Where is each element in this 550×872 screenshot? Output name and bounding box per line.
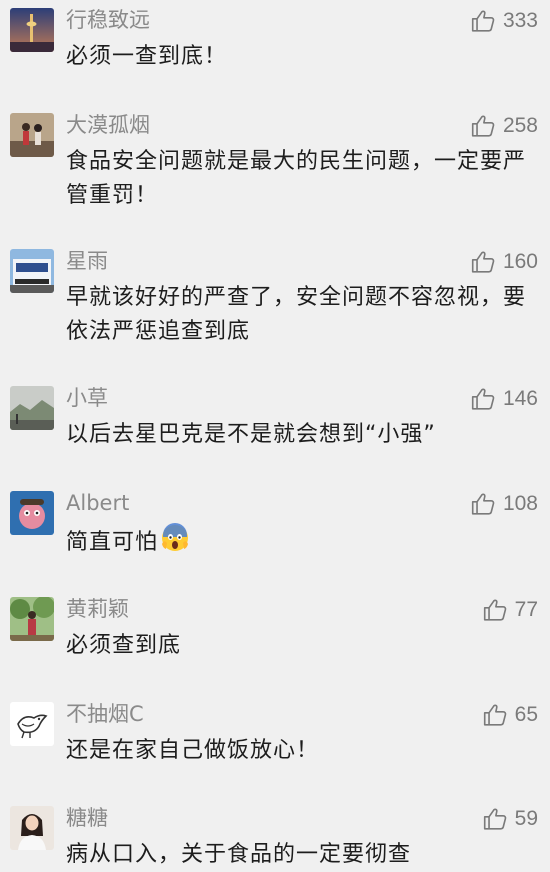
thumbs-up-icon [471, 115, 495, 137]
bus-photo-avatar[interactable] [10, 249, 54, 293]
comment-text: 病从口入，关于食品的一定要彻查 [66, 842, 412, 867]
like-button[interactable]: 146 [470, 386, 538, 412]
thumbs-up-icon [483, 808, 506, 830]
thumbs-up-icon [471, 251, 495, 273]
comment-text: 必须查到底 [66, 633, 182, 658]
thumbs-up-icon [471, 493, 495, 515]
like-count: 108 [502, 492, 538, 515]
cartoon-avatar[interactable] [10, 491, 54, 535]
comment-author[interactable]: 小草 [66, 386, 108, 410]
like-button[interactable]: 108 [470, 491, 538, 517]
thumbs-up-icon [483, 704, 506, 726]
comment-author[interactable]: 黄莉颖 [66, 597, 129, 621]
bird-drawing-avatar[interactable] [10, 702, 54, 746]
comment-text: 还是在家自己做饭放心！ [66, 738, 320, 763]
thumbs-up-icon [471, 10, 495, 32]
comment-text: 早就该好好的严查了，安全问题不容忽视，要依法严惩追查到底 [66, 285, 527, 344]
comment-author[interactable]: 不抽烟C [66, 702, 144, 726]
comment-author[interactable]: 行稳致远 [66, 8, 150, 32]
like-count: 258 [502, 114, 538, 137]
comment-author[interactable]: 星雨 [66, 249, 108, 273]
like-button[interactable]: 333 [470, 8, 538, 34]
like-button[interactable]: 77 [482, 597, 538, 623]
girl-photo-avatar[interactable] [10, 806, 54, 850]
thumbs-up-icon [471, 388, 495, 410]
people-photo-avatar[interactable] [10, 113, 54, 157]
comment-author[interactable]: 大漠孤烟 [66, 113, 150, 137]
person-tree-photo-avatar[interactable] [10, 597, 54, 641]
comment-text: 必须一查到底！ [66, 44, 228, 69]
comment-text: 食品安全问题就是最大的民生问题，一定要严管重罚！ [66, 149, 527, 208]
like-count: 65 [514, 703, 538, 726]
like-button[interactable]: 65 [482, 702, 538, 728]
comment-text-content: 简直可怕 [66, 530, 159, 555]
like-count: 333 [502, 9, 538, 32]
like-count: 146 [502, 387, 538, 410]
screaming-face-emoji [160, 523, 190, 564]
comment-author[interactable]: 糖糖 [66, 806, 108, 830]
like-count: 59 [514, 807, 538, 830]
comment-author[interactable]: Albert [66, 491, 129, 515]
landscape-photo-avatar[interactable] [10, 386, 54, 430]
like-count: 77 [514, 598, 538, 621]
comment-text: 简直可怕 [66, 523, 536, 564]
like-button[interactable]: 258 [470, 113, 538, 139]
like-count: 160 [502, 250, 538, 273]
like-button[interactable]: 160 [470, 249, 538, 275]
like-button[interactable]: 59 [482, 806, 538, 832]
tower-photo-avatar[interactable] [10, 8, 54, 52]
thumbs-up-icon [483, 599, 506, 621]
comment-text: 以后去星巴克是不是就会想到“小强” [66, 422, 436, 447]
